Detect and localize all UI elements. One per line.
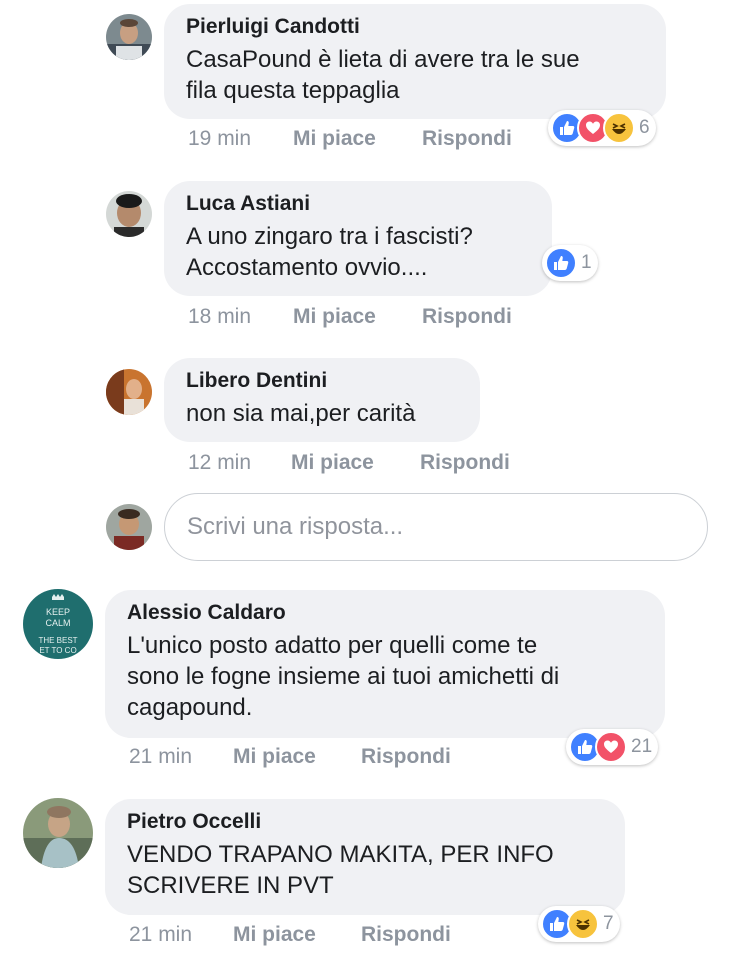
avatar[interactable]: KEEP CALM THE BEST ET TO CO xyxy=(23,589,93,659)
like-link[interactable]: Mi piace xyxy=(293,304,376,330)
like-reaction-icon xyxy=(545,247,577,279)
reply-link[interactable]: Rispondi xyxy=(420,450,510,476)
reply-link[interactable]: Rispondi xyxy=(361,744,451,770)
reactions-summary[interactable]: 21 xyxy=(566,729,659,765)
comment-text: L'unico posto adatto per quelli come te … xyxy=(127,632,560,721)
comment-text: VENDO TRAPANO MAKITA, PER INFO SCRIVERE … xyxy=(127,841,554,899)
comment-author[interactable]: Pietro Occelli xyxy=(127,809,603,835)
haha-reaction-icon xyxy=(567,908,599,940)
comment-meta: 21 min Mi piace Rispondi xyxy=(129,922,489,948)
reply-input[interactable]: Scrivi una risposta... xyxy=(164,493,708,561)
svg-text:THE BEST: THE BEST xyxy=(38,636,77,645)
like-link[interactable]: Mi piace xyxy=(233,922,316,948)
like-link[interactable]: Mi piace xyxy=(291,450,374,476)
comment-author[interactable]: Libero Dentini xyxy=(186,368,458,394)
comment-bubble: Libero Dentini non sia mai,per carità xyxy=(164,358,480,442)
reply-link[interactable]: Rispondi xyxy=(422,304,512,330)
avatar[interactable] xyxy=(106,14,152,60)
current-user-avatar xyxy=(106,504,152,550)
comment-bubble: Pierluigi Candotti CasaPound è lieta di … xyxy=(164,4,666,119)
like-link[interactable]: Mi piace xyxy=(233,744,316,770)
avatar[interactable] xyxy=(106,191,152,237)
comment-text: non sia mai,per carità xyxy=(186,400,416,427)
comment-author[interactable]: Luca Astiani xyxy=(186,191,530,217)
comment-bubble: Alessio Caldaro L'unico posto adatto per… xyxy=(105,590,665,738)
comment-text: CasaPound è lieta di avere tra le sue fi… xyxy=(186,46,580,104)
reply-link[interactable]: Rispondi xyxy=(361,922,451,948)
reactions-summary[interactable]: 6 xyxy=(548,110,656,146)
comment-text: A uno zingaro tra i fascisti? Accostamen… xyxy=(186,223,473,281)
comment-author[interactable]: Pierluigi Candotti xyxy=(186,14,644,40)
reaction-count: 7 xyxy=(603,913,614,934)
reply-input-placeholder: Scrivi una risposta... xyxy=(187,513,404,540)
comment-bubble: Pietro Occelli VENDO TRAPANO MAKITA, PER… xyxy=(105,799,625,915)
comment-timestamp[interactable]: 19 min xyxy=(188,126,251,152)
comment-timestamp[interactable]: 12 min xyxy=(188,450,251,476)
comment-meta: 21 min Mi piace Rispondi xyxy=(129,744,489,770)
reactions-summary[interactable]: 7 xyxy=(538,906,620,942)
svg-text:ET TO CO: ET TO CO xyxy=(39,646,76,655)
reaction-count: 1 xyxy=(581,252,592,273)
avatar[interactable] xyxy=(106,369,152,415)
comment-bubble: Luca Astiani A uno zingaro tra i fascist… xyxy=(164,181,552,296)
comment-meta: 18 min Mi piace Rispondi xyxy=(188,304,548,330)
svg-text:KEEP: KEEP xyxy=(46,607,70,617)
svg-text:CALM: CALM xyxy=(45,618,70,628)
avatar[interactable] xyxy=(23,798,93,868)
reaction-count: 6 xyxy=(639,117,650,138)
reactions-summary[interactable]: 1 xyxy=(542,245,598,281)
comment-author[interactable]: Alessio Caldaro xyxy=(127,600,643,626)
comment-meta: 12 min Mi piace Rispondi xyxy=(188,450,548,476)
like-link[interactable]: Mi piace xyxy=(293,126,376,152)
love-reaction-icon xyxy=(595,731,627,763)
comment-timestamp[interactable]: 21 min xyxy=(129,744,192,770)
comment-timestamp[interactable]: 18 min xyxy=(188,304,251,330)
reply-link[interactable]: Rispondi xyxy=(422,126,512,152)
reaction-count: 21 xyxy=(631,736,653,757)
haha-reaction-icon xyxy=(603,112,635,144)
comment-timestamp[interactable]: 21 min xyxy=(129,922,192,948)
comment-meta: 19 min Mi piace Rispondi xyxy=(188,126,548,152)
